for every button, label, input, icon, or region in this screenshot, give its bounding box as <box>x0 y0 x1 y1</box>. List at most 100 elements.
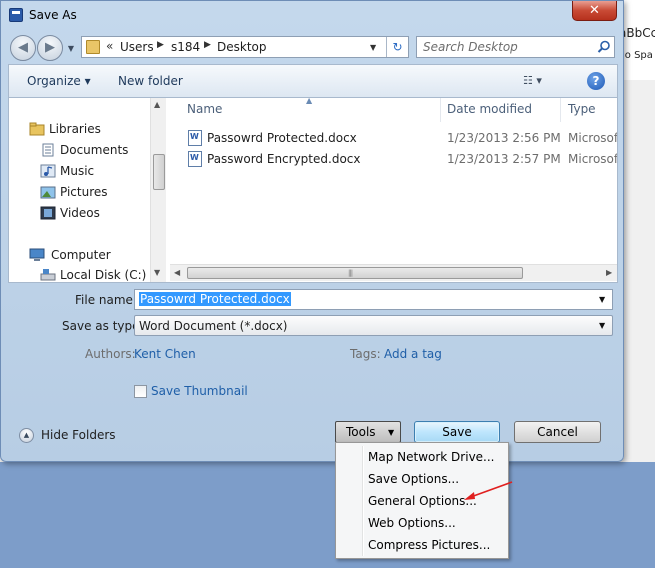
chevron-down-icon[interactable]: ▼ <box>599 295 605 304</box>
menu-item-general-options[interactable]: General Options... <box>368 494 477 508</box>
chevron-down-icon[interactable]: ▼ <box>599 321 605 330</box>
file-name: Passowrd Protected.docx <box>207 131 357 145</box>
save-as-dialog: Save As ✕ ◀ ▶ ▼ « Users ▶ s184 ▶ Desktop… <box>0 0 624 462</box>
music-icon <box>40 164 56 178</box>
arrow-right-icon: ▶ <box>45 40 55 55</box>
scroll-left-icon[interactable]: ◀ <box>174 268 180 277</box>
nav-item-label: Local Disk (C:) <box>60 268 147 282</box>
background-document-area <box>0 462 655 568</box>
h-scroll-thumb[interactable]: ||| <box>187 267 523 279</box>
menu-gutter <box>362 446 363 556</box>
tools-label: Tools <box>346 425 376 439</box>
file-list-horizontal-scrollbar[interactable]: ◀ ||| ▶ <box>170 264 617 281</box>
file-type: Microsoft <box>568 131 617 145</box>
file-type: Microsoft <box>568 152 617 166</box>
cancel-button[interactable]: Cancel <box>514 421 601 443</box>
file-browser: Libraries Documents Music Pictures Video… <box>8 97 618 283</box>
savetype-value: Word Document (*.docx) <box>139 319 288 333</box>
breadcrumb-desktop[interactable]: Desktop <box>217 40 267 54</box>
nav-item-label: Music <box>60 164 95 178</box>
file-date: 1/23/2013 2:57 PM <box>447 152 561 166</box>
save-thumbnail-label[interactable]: Save Thumbnail <box>151 384 248 398</box>
filename-input[interactable]: Passowrd Protected.docx ▼ <box>134 289 613 310</box>
breadcrumb-s184[interactable]: s184 <box>171 40 200 54</box>
search-box[interactable] <box>416 36 615 58</box>
menu-item-web-options[interactable]: Web Options... <box>368 516 456 530</box>
nav-item-label: Libraries <box>49 122 101 136</box>
collapse-up-icon: ▲ <box>19 428 34 443</box>
filename-label: File name: <box>75 293 137 307</box>
change-view-button[interactable]: ☷ ▾ <box>523 74 553 90</box>
breadcrumb-overflow[interactable]: « <box>106 39 113 53</box>
documents-icon <box>42 143 54 157</box>
navigation-pane: Libraries Documents Music Pictures Video… <box>9 98 166 282</box>
breadcrumb-separator-icon[interactable]: ▶ <box>204 40 211 50</box>
save-button[interactable]: Save <box>414 421 500 443</box>
file-name: Password Encrypted.docx <box>207 152 361 166</box>
window-title: Save As <box>29 8 77 22</box>
nav-item-label: Pictures <box>60 185 108 199</box>
refresh-button[interactable]: ↻ <box>386 37 408 57</box>
column-divider[interactable] <box>560 98 561 122</box>
search-icon[interactable] <box>597 40 611 54</box>
menu-item-map-network-drive[interactable]: Map Network Drive... <box>368 450 495 464</box>
nav-scroll-thumb[interactable] <box>153 154 165 190</box>
authors-field[interactable]: Kent Chen <box>134 347 196 361</box>
column-header-date-modified[interactable]: Date modified <box>447 102 532 116</box>
column-header-name[interactable]: Name <box>187 102 222 116</box>
videos-icon <box>40 206 56 220</box>
close-button[interactable]: ✕ <box>572 1 617 21</box>
drive-icon <box>40 269 56 281</box>
column-divider[interactable] <box>440 98 441 122</box>
title-bar[interactable]: Save As ✕ <box>1 1 623 31</box>
save-thumbnail-checkbox[interactable] <box>134 385 147 398</box>
breadcrumb-users[interactable]: Users <box>120 40 154 54</box>
new-folder-button[interactable]: New folder <box>118 74 183 88</box>
folder-icon <box>86 40 100 54</box>
word-document-icon <box>188 151 202 167</box>
organize-button[interactable]: Organize ▾ <box>27 74 91 88</box>
refresh-icon: ↻ <box>392 40 403 54</box>
tools-button[interactable]: Tools ▼ <box>335 421 401 443</box>
tags-label: Tags: <box>350 347 381 361</box>
pictures-icon <box>40 186 56 199</box>
scroll-right-icon[interactable]: ▶ <box>606 268 612 277</box>
computer-icon <box>29 248 45 261</box>
savetype-label: Save as type: <box>62 319 144 333</box>
address-bar[interactable]: « Users ▶ s184 ▶ Desktop ▼ ↻ <box>81 36 409 58</box>
recent-locations-button[interactable]: ▼ <box>65 43 77 55</box>
nav-item-label: Documents <box>60 143 129 157</box>
nav-item-label: Videos <box>60 206 100 220</box>
command-bar: Organize ▾ New folder ☷ ▾ ? <box>8 64 618 97</box>
nav-item-label: Computer <box>51 248 111 262</box>
file-date: 1/23/2013 2:56 PM <box>447 131 561 145</box>
file-list: ▲ Name Date modified Type Passowrd Prote… <box>170 98 617 282</box>
menu-item-save-options[interactable]: Save Options... <box>368 472 459 486</box>
savetype-select[interactable]: Word Document (*.docx) ▼ <box>134 315 613 336</box>
breadcrumb-separator-icon[interactable]: ▶ <box>157 40 164 50</box>
authors-label: Authors: <box>85 347 136 361</box>
background-style-preview-label: lo Spa <box>622 50 653 61</box>
forward-button[interactable]: ▶ <box>37 35 63 61</box>
background-style-preview: aBbCc <box>619 26 655 40</box>
nav-pane-scrollbar[interactable]: ▲ ▼ <box>150 98 166 282</box>
column-header-type[interactable]: Type <box>568 102 596 116</box>
search-input[interactable] <box>423 39 593 55</box>
scroll-down-icon[interactable]: ▼ <box>154 268 160 277</box>
menu-item-compress-pictures[interactable]: Compress Pictures... <box>368 538 490 552</box>
scroll-up-icon[interactable]: ▲ <box>154 100 160 109</box>
tags-field[interactable]: Add a tag <box>384 347 442 361</box>
help-icon[interactable]: ? <box>587 72 605 90</box>
arrow-left-icon: ◀ <box>18 40 28 55</box>
back-button[interactable]: ◀ <box>10 35 36 61</box>
file-row[interactable]: Passowrd Protected.docx 1/23/2013 2:56 P… <box>184 128 617 148</box>
word-app-icon <box>9 8 23 22</box>
file-row[interactable]: Password Encrypted.docx 1/23/2013 2:57 P… <box>184 149 617 169</box>
word-document-icon <box>188 130 202 146</box>
address-dropdown-icon[interactable]: ▼ <box>370 43 376 52</box>
filename-value[interactable]: Passowrd Protected.docx <box>139 292 291 306</box>
hide-folders-label: Hide Folders <box>41 428 116 442</box>
sort-ascending-icon: ▲ <box>306 98 313 105</box>
libraries-icon <box>29 122 45 136</box>
grip-icon: ||| <box>348 269 353 277</box>
